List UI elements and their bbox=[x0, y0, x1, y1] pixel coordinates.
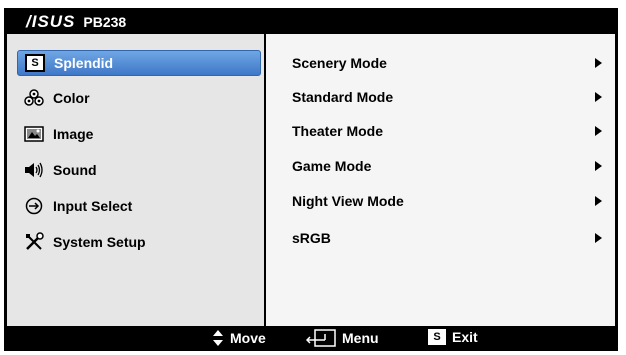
mode-game[interactable]: Game Mode bbox=[292, 155, 612, 177]
splendid-submenu: Scenery Mode Standard Mode Theater Mode … bbox=[266, 34, 615, 326]
exit-hint[interactable]: S Exit bbox=[428, 329, 478, 345]
arrow-right-icon bbox=[595, 161, 602, 171]
exit-s-icon: S bbox=[428, 329, 446, 345]
menu-hint[interactable]: Menu bbox=[306, 329, 379, 347]
asus-logo: /ISUS bbox=[26, 12, 76, 31]
move-label: Move bbox=[230, 330, 266, 346]
tools-icon bbox=[21, 231, 47, 253]
model-name: PB238 bbox=[83, 14, 127, 30]
splendid-s-icon: S bbox=[22, 52, 48, 74]
speaker-icon bbox=[21, 159, 47, 181]
menu-item-label: Splendid bbox=[54, 55, 114, 71]
mode-label: Game Mode bbox=[292, 158, 372, 174]
title-bar: /ISUS PB238 bbox=[4, 8, 618, 34]
arrow-right-icon bbox=[595, 92, 602, 102]
mode-srgb[interactable]: sRGB bbox=[292, 227, 612, 249]
menu-item-image[interactable]: Image bbox=[17, 122, 259, 146]
menu-item-label: Input Select bbox=[53, 198, 133, 214]
color-icon bbox=[21, 87, 47, 109]
menu-item-label: System Setup bbox=[53, 234, 146, 250]
mode-night-view[interactable]: Night View Mode bbox=[292, 190, 612, 212]
enter-key-icon bbox=[306, 329, 336, 347]
main-menu: S Splendid Color Image Sound Input Selec… bbox=[7, 34, 263, 326]
menu-label: Menu bbox=[342, 330, 379, 346]
arrow-right-icon bbox=[595, 233, 602, 243]
mode-standard[interactable]: Standard Mode bbox=[292, 86, 612, 108]
brand: /ISUS PB238 bbox=[26, 12, 126, 32]
menu-item-sound[interactable]: Sound bbox=[17, 158, 259, 182]
input-select-icon bbox=[21, 195, 47, 217]
up-down-arrow-icon bbox=[213, 330, 223, 346]
arrow-right-icon bbox=[595, 58, 602, 68]
exit-label: Exit bbox=[452, 329, 478, 345]
menu-item-label: Image bbox=[53, 126, 94, 142]
image-icon bbox=[21, 123, 47, 145]
menu-item-label: Color bbox=[53, 90, 90, 106]
menu-content: S Splendid Color Image Sound Input Selec… bbox=[7, 34, 615, 326]
menu-item-splendid[interactable]: S Splendid bbox=[17, 50, 261, 76]
mode-scenery[interactable]: Scenery Mode bbox=[292, 52, 612, 74]
arrow-right-icon bbox=[595, 196, 602, 206]
menu-item-system-setup[interactable]: System Setup bbox=[17, 230, 259, 254]
menu-item-input-select[interactable]: Input Select bbox=[17, 194, 259, 218]
mode-label: Standard Mode bbox=[292, 89, 394, 105]
menu-item-label: Sound bbox=[53, 162, 97, 178]
move-hint[interactable]: Move bbox=[212, 329, 266, 347]
menu-item-color[interactable]: Color bbox=[17, 86, 259, 110]
mode-label: Night View Mode bbox=[292, 193, 404, 209]
mode-label: Theater Mode bbox=[292, 123, 384, 139]
bottom-bar: Move Menu S Exit bbox=[4, 326, 618, 351]
arrow-right-icon bbox=[595, 126, 602, 136]
mode-theater[interactable]: Theater Mode bbox=[292, 120, 612, 142]
mode-label: Scenery Mode bbox=[292, 55, 387, 71]
mode-label: sRGB bbox=[292, 230, 331, 246]
osd-window: /ISUS PB238 S Splendid Color Image Sound… bbox=[4, 8, 618, 351]
